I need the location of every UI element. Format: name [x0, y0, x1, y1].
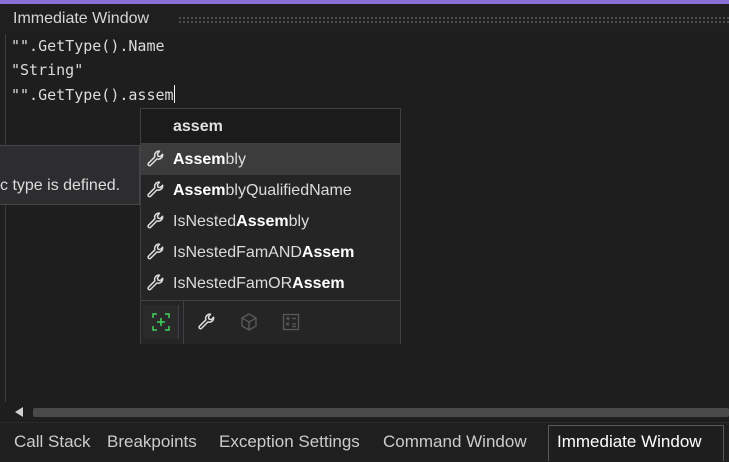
wrench-icon	[147, 243, 164, 260]
wrench-icon	[198, 313, 215, 330]
scrollbar-thumb[interactable]	[33, 408, 729, 417]
filter-classes-button[interactable]	[231, 305, 267, 339]
completion-item-label: IsNestedFamANDAssem	[173, 244, 355, 261]
completion-item-label: AssemblyQualifiedName	[173, 182, 352, 199]
wrench-icon	[147, 150, 164, 167]
tab-call-stack[interactable]: Call Stack	[14, 429, 91, 461]
code-line-3[interactable]: "".GetType().assem	[11, 85, 175, 104]
completion-item-assembly[interactable]: Assembly	[141, 144, 400, 175]
text-caret	[173, 85, 175, 103]
window-title: Immediate Window	[13, 10, 150, 27]
wrench-icon	[147, 181, 164, 198]
tool-window-tab-strip: Call Stack Breakpoints Exception Setting…	[0, 422, 729, 462]
completion-item-assemblyqualifiedname[interactable]: AssemblyQualifiedName	[141, 175, 400, 206]
completion-filter-row: assem	[141, 109, 400, 144]
filter-bar-separator	[183, 301, 184, 344]
calculator-icon	[282, 313, 300, 331]
horizontal-scrollbar[interactable]	[5, 402, 729, 422]
quick-info-tooltip: c type is defined.	[0, 145, 140, 205]
code-line-2: "String"	[11, 61, 84, 79]
completion-item-label: Assembly	[173, 151, 246, 168]
completion-item-label: IsNestedFamORAssem	[173, 275, 345, 292]
intellisense-completion-list[interactable]: assem Assembly AssemblyQualifiedName IsN…	[140, 108, 401, 344]
completion-item-isnestedfamorassem[interactable]: IsNestedFamORAssem	[141, 268, 400, 299]
code-line-1: "".GetType().Name	[11, 37, 165, 55]
completion-item-isnestedassembly[interactable]: IsNestedAssembly	[141, 206, 400, 237]
tab-exception-settings[interactable]: Exception Settings	[219, 429, 360, 461]
scroll-left-arrow-icon[interactable]	[15, 407, 23, 417]
filter-operators-button[interactable]	[273, 305, 309, 339]
wrench-icon	[147, 212, 164, 229]
expand-icon	[152, 313, 170, 331]
cube-icon	[241, 313, 257, 331]
completion-filter-text: assem	[173, 118, 223, 135]
tab-command-window[interactable]: Command Window	[383, 429, 527, 461]
filter-properties-button[interactable]	[189, 305, 225, 339]
expand-filters-button[interactable]	[143, 305, 179, 339]
code-line-3-text: "".GetType().assem	[11, 86, 174, 104]
tooltip-text: c type is defined.	[0, 177, 121, 194]
tool-window-title-bar[interactable]: Immediate Window	[0, 4, 729, 34]
completion-item-isnestedfamandassem[interactable]: IsNestedFamANDAssem	[141, 237, 400, 268]
completion-item-label: IsNestedAssembly	[173, 213, 310, 230]
tab-immediate-window[interactable]: Immediate Window	[548, 425, 724, 461]
title-bar-drag-grip[interactable]	[178, 16, 729, 24]
wrench-icon	[147, 274, 164, 291]
tab-breakpoints[interactable]: Breakpoints	[107, 429, 197, 461]
completion-filter-bar	[141, 300, 400, 344]
